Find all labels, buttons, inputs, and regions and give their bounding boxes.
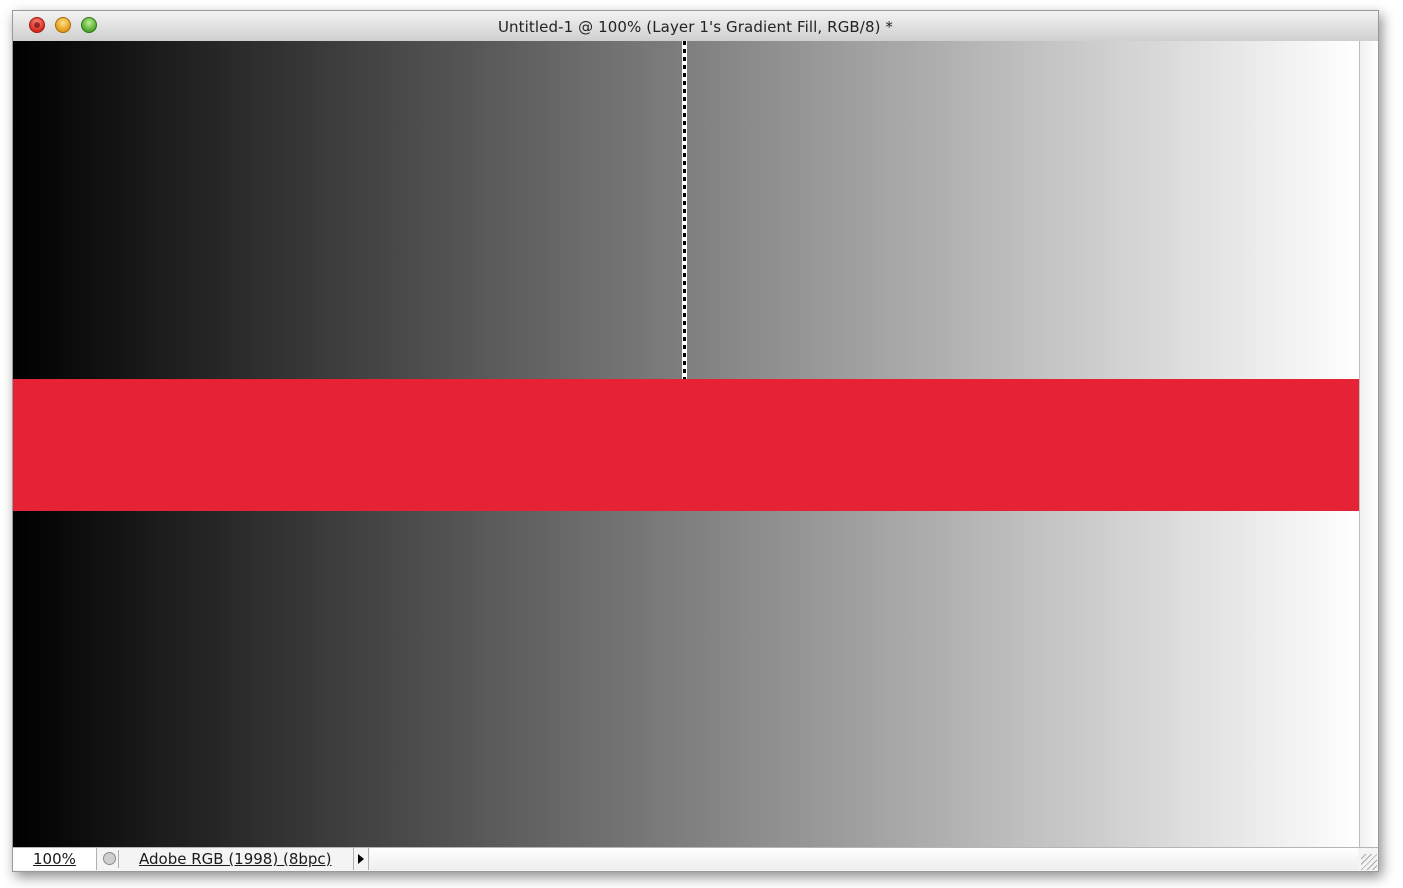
title-bar[interactable]: Untitled-1 @ 100% (Layer 1's Gradient Fi… [13, 11, 1378, 42]
red-band-layer [13, 379, 1359, 511]
resize-grip-icon[interactable] [1361, 854, 1377, 870]
document-profile-info: Adobe RGB (1998) (8bpc) [139, 850, 332, 868]
window-title: Untitled-1 @ 100% (Layer 1's Gradient Fi… [497, 18, 894, 36]
vertical-scrollbar[interactable] [1359, 41, 1378, 848]
zoom-level-value: 100% [33, 850, 76, 868]
horizontal-scrollbar[interactable] [370, 848, 1358, 870]
status-bar: 100% Adobe RGB (1998) (8bpc) [13, 847, 1378, 871]
status-menu-arrow-icon[interactable] [353, 848, 369, 870]
zoom-level-field[interactable]: 100% [13, 848, 97, 870]
document-window: Untitled-1 @ 100% (Layer 1's Gradient Fi… [12, 10, 1379, 872]
document-canvas[interactable] [13, 41, 1359, 848]
document-info-icon[interactable] [99, 850, 119, 868]
document-profile-text: Adobe RGB (1998) (8bpc) [139, 850, 332, 868]
selection-marching-ants [682, 41, 687, 379]
